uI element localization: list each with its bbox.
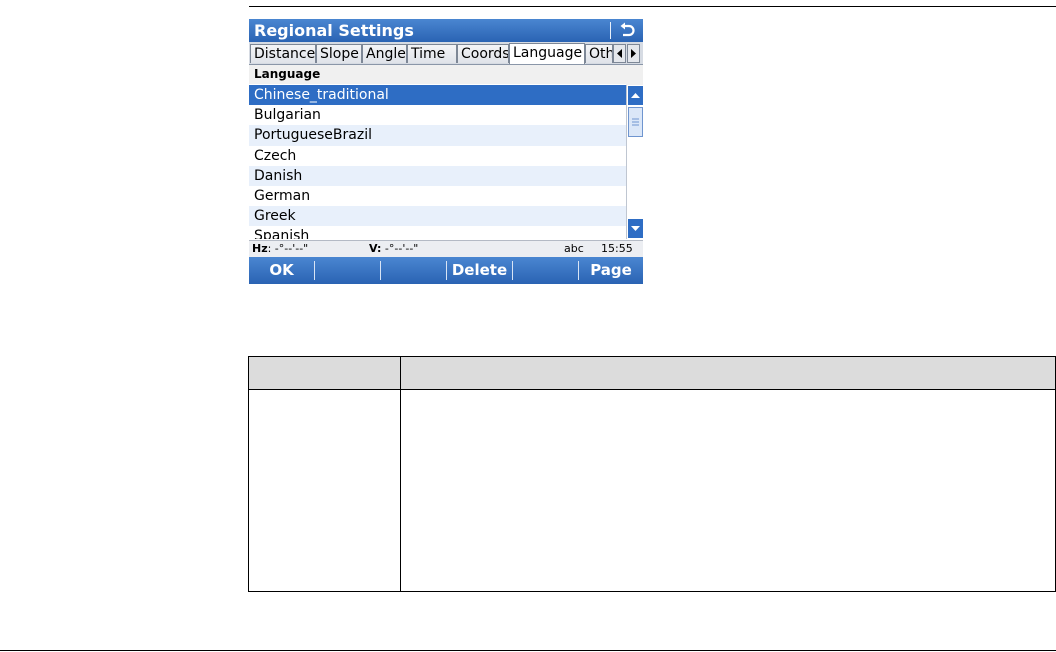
tab-angle[interactable]: Angle	[362, 44, 407, 63]
tab-scroll-left-icon[interactable]	[613, 44, 626, 63]
v-readout: V: -°--'--"	[369, 241, 418, 256]
table-header-row	[249, 357, 1055, 390]
list-scrollbar[interactable]	[626, 85, 643, 239]
tab-language[interactable]: Language	[509, 43, 585, 64]
v-value: -°--'--"	[381, 242, 419, 255]
list-item-spanish[interactable]: Spanish	[249, 226, 626, 239]
list-item-bulgarian[interactable]: Bulgarian	[249, 105, 626, 125]
status-bar: Hz: -°--'--" V: -°--'--" abc 15:55	[249, 240, 643, 257]
title-bar: Regional Settings	[249, 19, 643, 42]
hz-value: : -°--'--"	[267, 242, 309, 255]
back-icon[interactable]	[617, 22, 637, 39]
list-header-corner	[626, 65, 643, 85]
page-button[interactable]: Page	[579, 257, 643, 284]
list-item-greek[interactable]: Greek	[249, 206, 626, 227]
tab-time[interactable]: Time	[407, 44, 457, 63]
bottom-rule	[0, 650, 1056, 651]
softkey-5-button[interactable]	[513, 257, 578, 284]
list-item-danish[interactable]: Danish	[249, 165, 626, 186]
v-label: V:	[369, 242, 382, 255]
tab-scroll-right-icon[interactable]	[627, 44, 640, 63]
scroll-up-icon[interactable]	[628, 86, 643, 105]
parameter-table	[248, 356, 1056, 592]
scroll-down-icon[interactable]	[628, 219, 643, 238]
list-item-german[interactable]: German	[249, 186, 626, 206]
softkey-3-button[interactable]	[381, 257, 446, 284]
list-header: Language	[249, 65, 626, 84]
hz-label: Hz	[252, 242, 268, 255]
hz-readout: Hz: -°--'--"	[252, 241, 308, 256]
softkey-2-button[interactable]	[315, 257, 380, 284]
list-item-czech[interactable]: Czech	[249, 146, 626, 166]
tab-strip: Distance Slope Angle Time Coords Languag…	[249, 42, 643, 65]
scroll-thumb[interactable]	[628, 107, 643, 137]
tab-coords[interactable]: Coords	[457, 44, 509, 63]
top-rule	[249, 6, 1056, 7]
language-list: Chinese_traditional Bulgarian Portuguese…	[249, 85, 626, 239]
title-separator	[610, 22, 611, 39]
clock: 15:55	[601, 242, 633, 255]
ok-button[interactable]: OK	[249, 257, 314, 284]
tab-slope[interactable]: Slope	[316, 44, 362, 63]
tab-distance[interactable]: Distance	[250, 44, 316, 63]
tab-other[interactable]: Oth	[585, 44, 613, 63]
window-title: Regional Settings	[254, 21, 414, 40]
list-item-portuguese-brazil[interactable]: PortugueseBrazil	[249, 125, 626, 146]
regional-settings-screen: Regional Settings Distance Slope Angle T…	[249, 19, 643, 284]
softkey-bar: OK Delete Page	[249, 257, 643, 284]
delete-button[interactable]: Delete	[447, 257, 512, 284]
list-item-chinese-traditional[interactable]: Chinese_traditional	[249, 85, 626, 106]
table-column-divider	[400, 357, 401, 591]
input-mode-indicator: abc	[564, 242, 584, 255]
